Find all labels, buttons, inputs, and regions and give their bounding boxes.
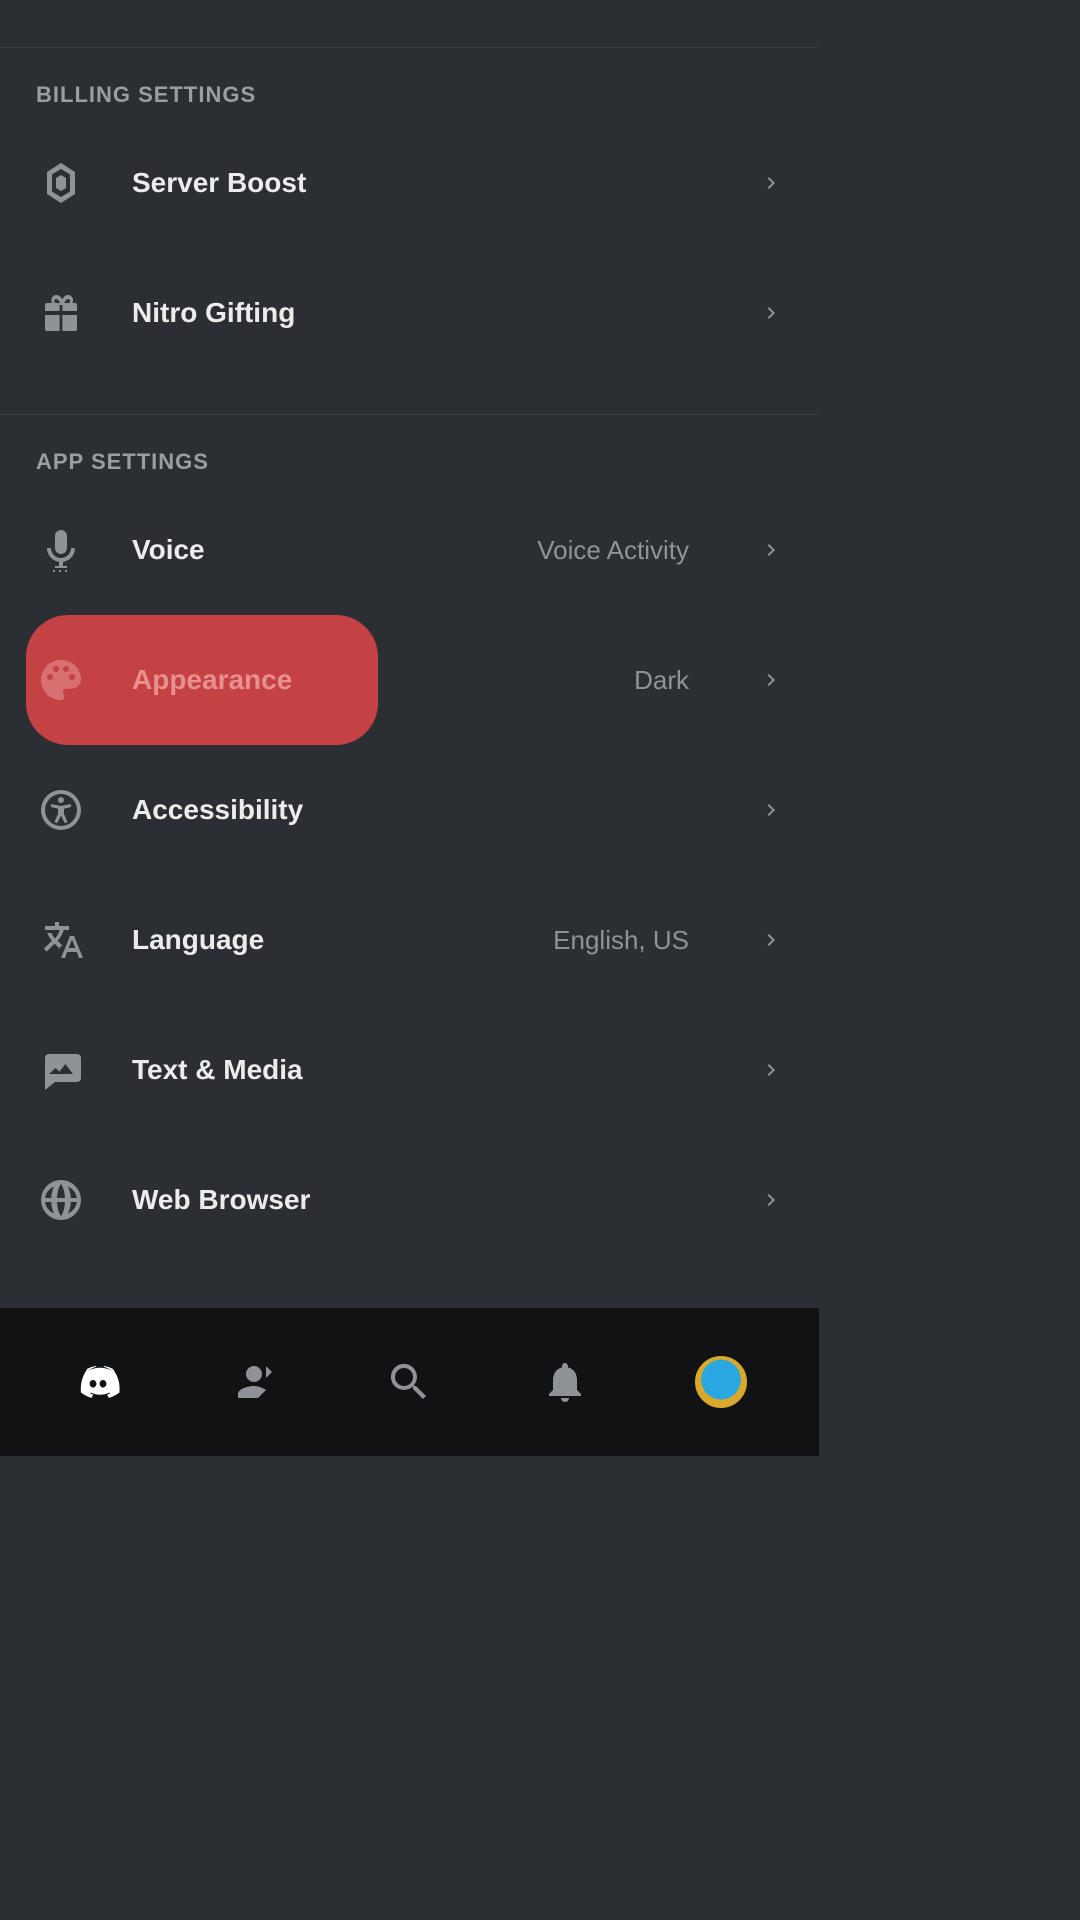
- section-title-billing: BILLING SETTINGS: [0, 48, 819, 118]
- item-web-browser[interactable]: Web Browser: [0, 1135, 819, 1265]
- nav-notifications[interactable]: [535, 1352, 595, 1412]
- item-label: Accessibility: [132, 794, 713, 826]
- settings-screen: BILLING SETTINGS Server Boost Nitro Gift…: [0, 0, 819, 1456]
- item-label: Language: [132, 924, 507, 956]
- chevron-right-icon: [759, 1058, 783, 1082]
- image-message-icon: [36, 1045, 86, 1095]
- nav-profile[interactable]: [691, 1352, 751, 1412]
- microphone-icon: [36, 525, 86, 575]
- chevron-right-icon: [759, 798, 783, 822]
- item-value: Voice Activity: [537, 535, 689, 566]
- item-label: Text & Media: [132, 1054, 713, 1086]
- chevron-right-icon: [759, 301, 783, 325]
- section-title-app: APP SETTINGS: [0, 415, 819, 485]
- item-label: Appearance: [132, 664, 588, 696]
- item-label: Nitro Gifting: [132, 297, 713, 329]
- friends-icon: [230, 1358, 278, 1406]
- item-value: English, US: [553, 925, 689, 956]
- discord-logo-icon: [74, 1358, 122, 1406]
- chevron-right-icon: [759, 1188, 783, 1212]
- item-voice[interactable]: Voice Voice Activity: [0, 485, 819, 615]
- nav-friends[interactable]: [224, 1352, 284, 1412]
- search-icon: [385, 1358, 433, 1406]
- item-value: Dark: [634, 665, 689, 696]
- chevron-right-icon: [759, 171, 783, 195]
- avatar-icon: [695, 1356, 747, 1408]
- item-text-media[interactable]: Text & Media: [0, 1005, 819, 1135]
- gift-icon: [36, 288, 86, 338]
- boost-icon: [36, 158, 86, 208]
- top-spacer: [0, 0, 819, 48]
- settings-content: BILLING SETTINGS Server Boost Nitro Gift…: [0, 0, 819, 1308]
- item-appearance[interactable]: Appearance Dark: [0, 615, 819, 745]
- item-nitro-gifting[interactable]: Nitro Gifting: [0, 248, 819, 378]
- globe-icon: [36, 1175, 86, 1225]
- palette-icon: [36, 655, 86, 705]
- item-label: Voice: [132, 534, 491, 566]
- item-label: Web Browser: [132, 1184, 713, 1216]
- bell-icon: [541, 1358, 589, 1406]
- item-language[interactable]: Language English, US: [0, 875, 819, 1005]
- item-server-boost[interactable]: Server Boost: [0, 118, 819, 248]
- nav-home[interactable]: [68, 1352, 128, 1412]
- chevron-right-icon: [759, 538, 783, 562]
- nav-search[interactable]: [379, 1352, 439, 1412]
- chevron-right-icon: [759, 668, 783, 692]
- chevron-right-icon: [759, 928, 783, 952]
- item-accessibility[interactable]: Accessibility: [0, 745, 819, 875]
- translate-icon: [36, 915, 86, 965]
- item-label: Server Boost: [132, 167, 713, 199]
- bottom-nav: [0, 1308, 819, 1456]
- accessibility-icon: [36, 785, 86, 835]
